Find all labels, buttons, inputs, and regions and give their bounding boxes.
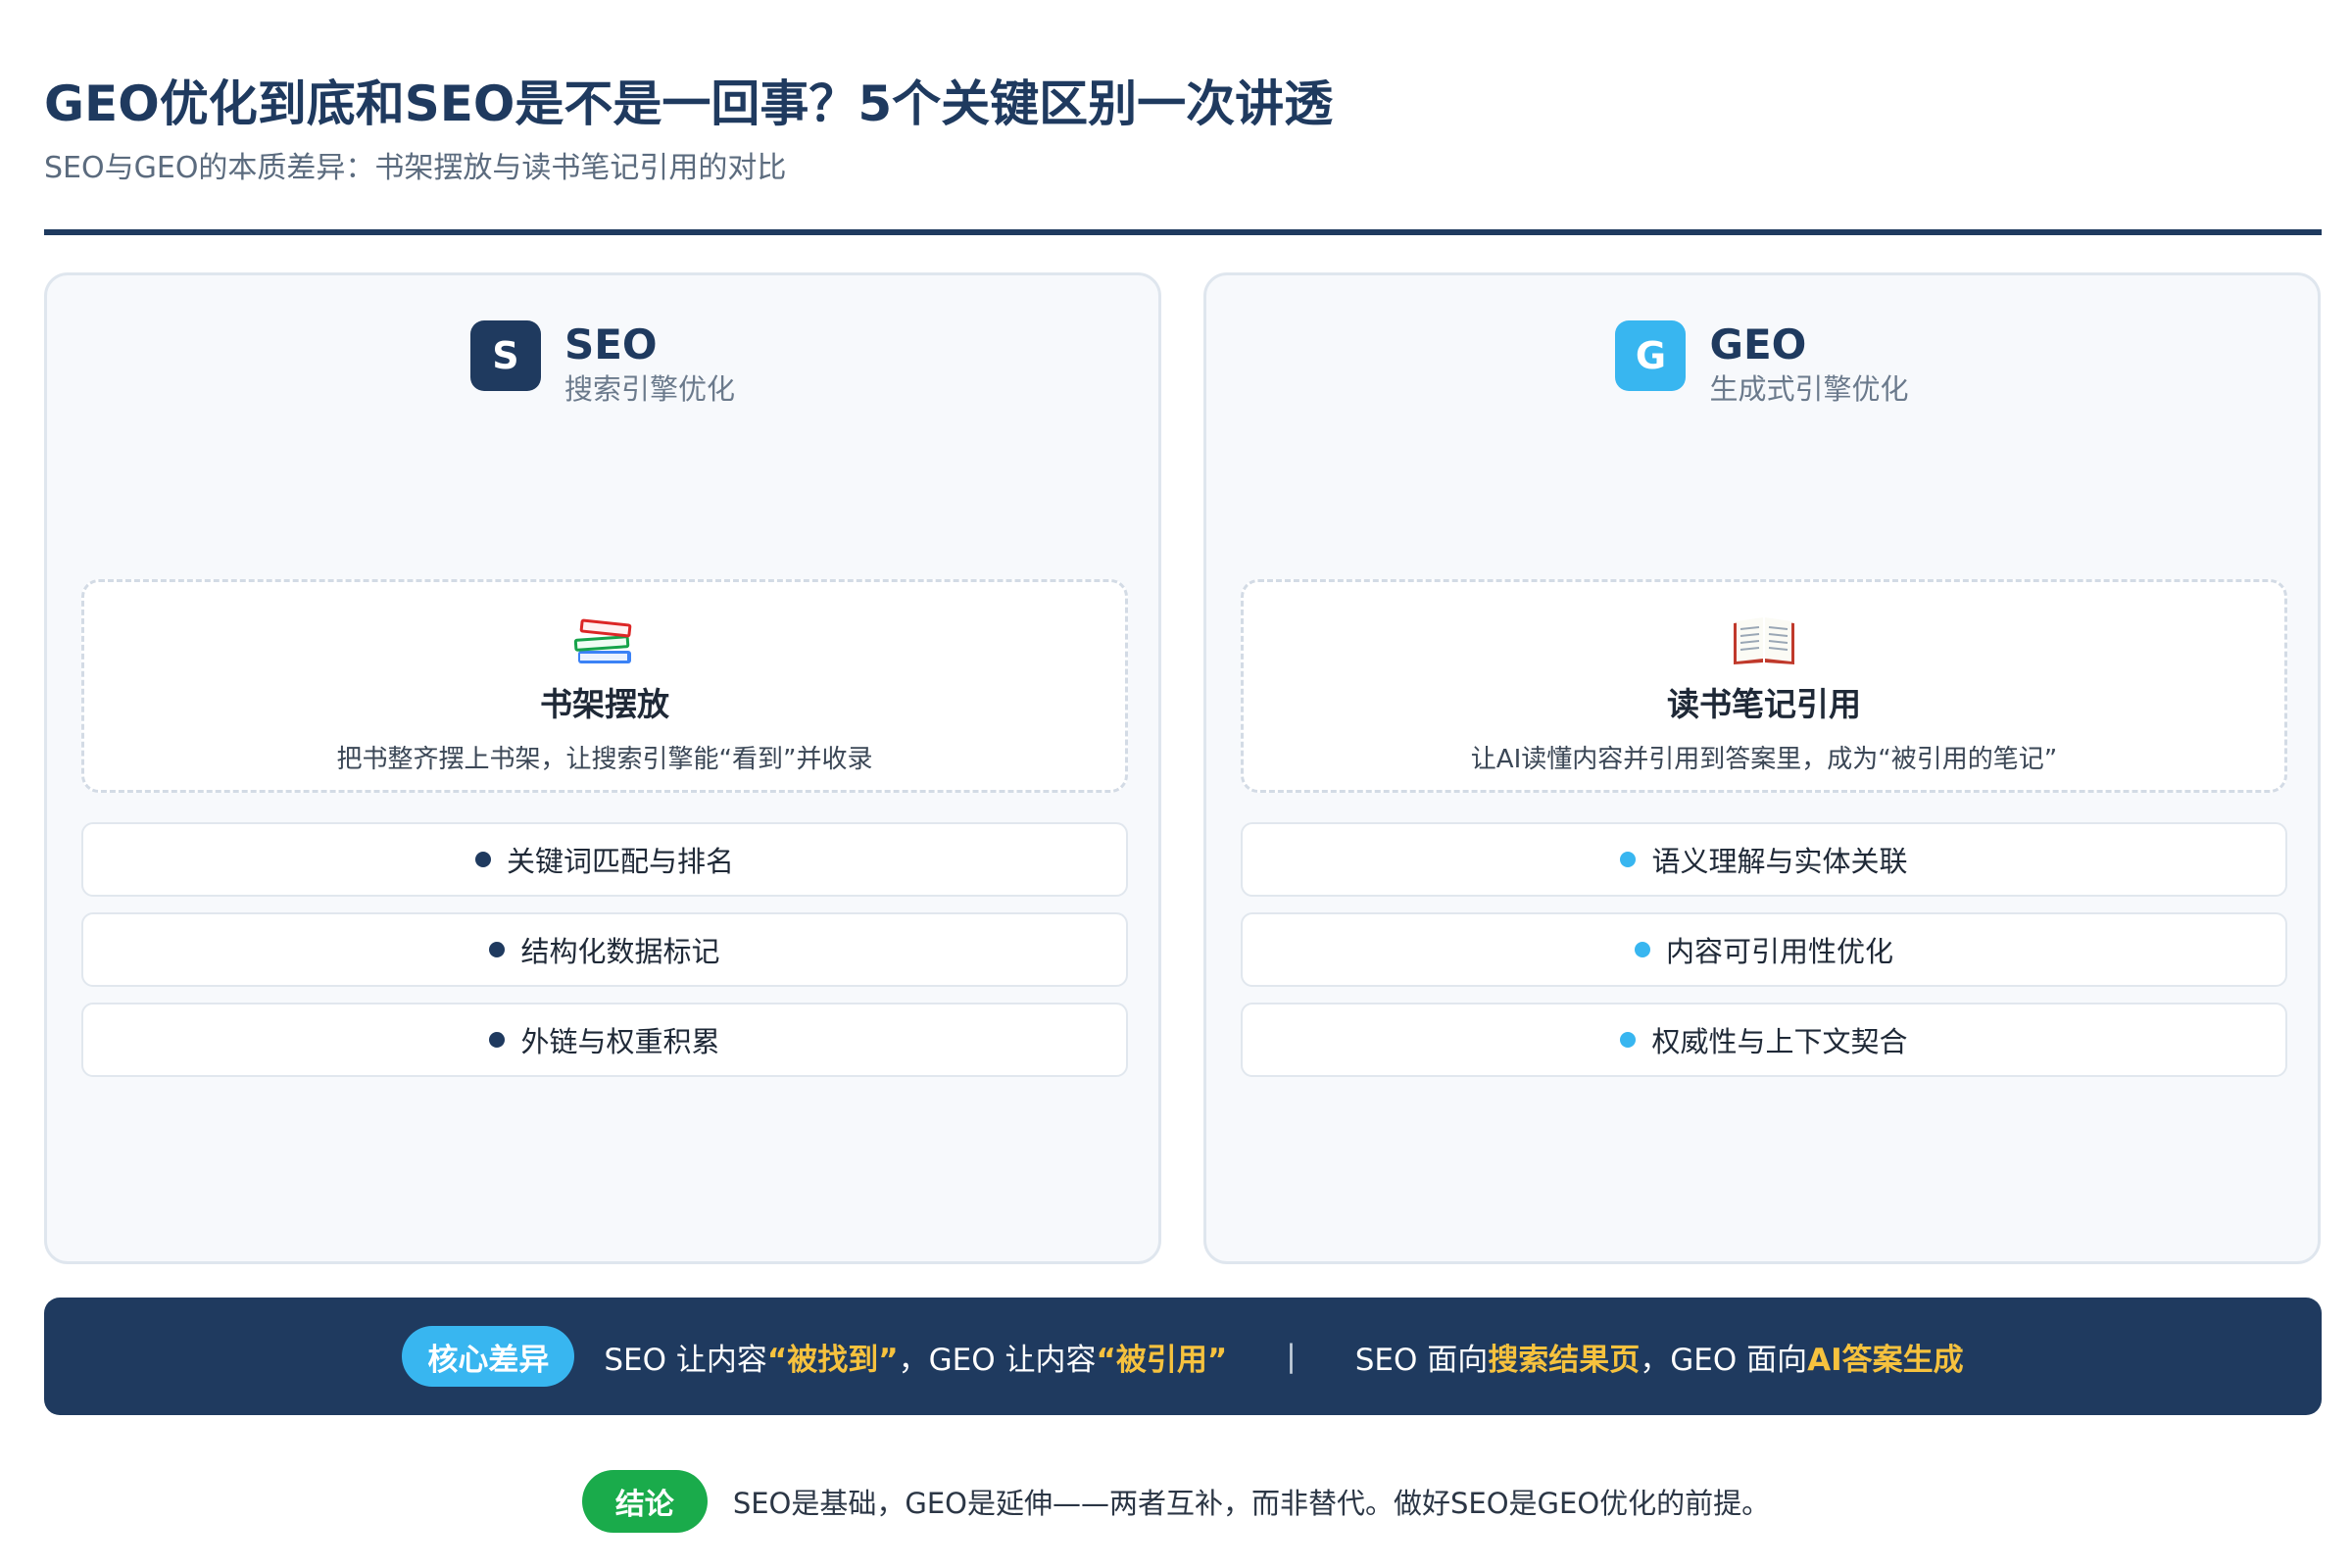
seo-panel: S SEO 搜索引擎优化 书架摆放 把书整齐摆上书架，让搜索引擎能“看到”并收录 (44, 272, 1161, 1264)
core-difference-banner: 核心差异 SEO 让内容“被找到”，GEO 让内容“被引用” | SEO 面向搜… (44, 1298, 2322, 1415)
banner-statement-2: SEO 面向搜索结果页，GEO 面向AI答案生成 (1355, 1335, 1964, 1379)
bullet-dot-icon (1634, 942, 1650, 957)
banner-highlight: AI答案生成 (1807, 1342, 1964, 1378)
geo-panel-title: GEO (1709, 320, 1807, 368)
open-book-icon (1734, 617, 1794, 664)
seo-feature-label: 外链与权重积累 (520, 1025, 720, 1058)
banner-statement-1: SEO 让内容“被找到”，GEO 让内容“被引用” (604, 1335, 1227, 1379)
geo-feature-label: 权威性与上下文契合 (1651, 1025, 1908, 1058)
seo-feature-item: 外链与权重积累 (81, 1003, 1128, 1077)
seo-concept-title: 书架摆放 (540, 685, 669, 723)
geo-concept-desc: 让AI读懂内容并引用到答案里，成为“被引用的笔记” (1470, 745, 2058, 774)
banner-text: ，GEO 让内容 (898, 1342, 1097, 1378)
seo-feature-item: 关键词匹配与排名 (81, 822, 1128, 897)
geo-panel-subtitle: 生成式引擎优化 (1709, 372, 1909, 406)
banner-text: ，GEO 面向 (1640, 1342, 1808, 1378)
geo-badge-icon: G (1615, 320, 1687, 391)
conclusion-text: SEO是基础，GEO是延伸——两者互补，而非替代。做好SEO是GEO优化的前提。 (732, 1487, 1771, 1520)
bullet-dot-icon (1620, 852, 1637, 867)
page-subtitle: SEO与GEO的本质差异：书架摆放与读书笔记引用的对比 (44, 151, 787, 185)
geo-concept-title: 读书笔记引用 (1667, 685, 1861, 723)
bullet-dot-icon (474, 852, 491, 867)
seo-feature-label: 结构化数据标记 (520, 935, 720, 968)
banner-text: SEO 面向 (1354, 1342, 1489, 1378)
banner-text: SEO 让内容 (604, 1342, 767, 1378)
geo-feature-item: 权威性与上下文契合 (1241, 1003, 2287, 1077)
geo-feature-label: 语义理解与实体关联 (1651, 845, 1908, 878)
bullet-dot-icon (489, 1032, 506, 1048)
seo-panel-subtitle: 搜索引擎优化 (564, 372, 735, 406)
page-title: GEO优化到底和SEO是不是一回事？5个关键区别一次讲透 (44, 75, 1334, 132)
seo-badge-icon: S (469, 320, 541, 391)
seo-feature-item: 结构化数据标记 (81, 912, 1128, 987)
bullet-dot-icon (1620, 1032, 1637, 1048)
seo-panel-title: SEO (564, 320, 658, 368)
seo-concept-card: 书架摆放 把书整齐摆上书架，让搜索引擎能“看到”并收录 (81, 579, 1128, 793)
title-divider (44, 229, 2322, 235)
geo-panel-header: G GEO 生成式引擎优化 (1206, 320, 2318, 409)
seo-concept-desc: 把书整齐摆上书架，让搜索引擎能“看到”并收录 (336, 745, 873, 774)
geo-feature-item: 语义理解与实体关联 (1241, 822, 2287, 897)
stacked-books-icon (573, 618, 632, 663)
banner-highlight: “被引用” (1096, 1342, 1228, 1378)
geo-concept-card: 读书笔记引用 让AI读懂内容并引用到答案里，成为“被引用的笔记” (1241, 579, 2287, 793)
banner-separator: | (1286, 1339, 1297, 1374)
seo-panel-header: S SEO 搜索引擎优化 (47, 320, 1158, 409)
geo-feature-item: 内容可引用性优化 (1241, 912, 2287, 987)
conclusion-pill: 结论 (581, 1470, 708, 1533)
core-difference-pill: 核心差异 (402, 1326, 575, 1387)
bullet-dot-icon (489, 942, 506, 957)
page: GEO优化到底和SEO是不是一回事？5个关键区别一次讲透 SEO与GEO的本质差… (0, 0, 2352, 1568)
conclusion-row: 结论 SEO是基础，GEO是延伸——两者互补，而非替代。做好SEO是GEO优化的… (0, 1470, 2352, 1533)
banner-highlight: “被找到” (766, 1342, 899, 1378)
geo-panel: G GEO 生成式引擎优化 读书笔记引用 让AI读懂内容并引用到答案里，成为“被… (1203, 272, 2321, 1264)
geo-feature-label: 内容可引用性优化 (1665, 935, 1893, 968)
banner-highlight: 搜索结果页 (1488, 1342, 1641, 1378)
seo-feature-label: 关键词匹配与排名 (506, 845, 734, 878)
